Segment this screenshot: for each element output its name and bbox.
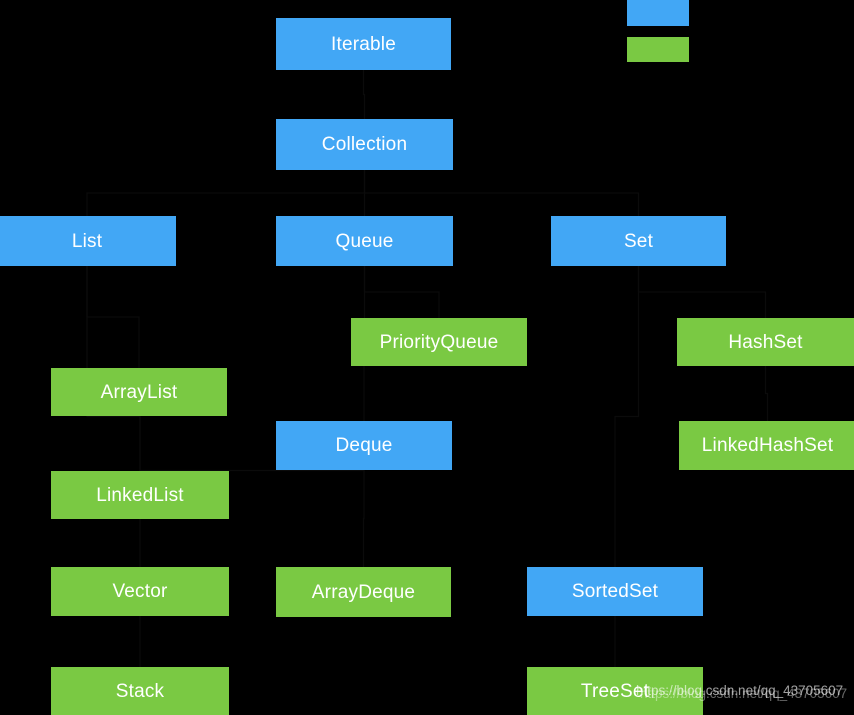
node-stack[interactable]: Stack [51,667,229,715]
node-set[interactable]: Set [551,216,726,266]
edge-queue-to-priorityqueue [363,266,440,318]
edge-list-to-vector [86,266,141,567]
edge-set-to-sortedset [614,266,640,567]
node-linkedhashset[interactable]: LinkedHashSet [679,421,854,470]
node-collection[interactable]: Collection [276,119,453,170]
edge-iterable-to-collection [362,70,366,119]
node-queue[interactable]: Queue [276,216,453,266]
node-hashset[interactable]: HashSet [677,318,854,366]
node-list[interactable]: List [0,216,176,266]
node-vector[interactable]: Vector [51,567,229,616]
node-deque[interactable]: Deque [276,421,452,470]
node-iterable[interactable]: Iterable [276,18,451,70]
legend-class-swatch [627,37,689,62]
node-arraydeque[interactable]: ArrayDeque [276,567,451,617]
node-sortedset[interactable]: SortedSet [527,567,703,616]
node-linkedlist[interactable]: LinkedList [51,471,229,519]
node-arraylist[interactable]: ArrayList [51,368,227,416]
edge-deque-to-arraydeque [362,470,365,567]
edge-list-to-arraylist [86,266,140,368]
diagram-canvas: Iterable Collection List Queue Set PriorityQu… [0,0,854,715]
edge-set-to-hashset [637,266,767,318]
node-priorityqueue[interactable]: PriorityQueue [351,318,527,366]
legend-interface-swatch [627,0,689,26]
node-treeset[interactable]: TreeSet [527,667,703,715]
edge-hashset-to-linkedhashset [764,366,769,421]
edge-collection-to-set [363,170,640,216]
edge-collection-to-list [86,170,366,216]
